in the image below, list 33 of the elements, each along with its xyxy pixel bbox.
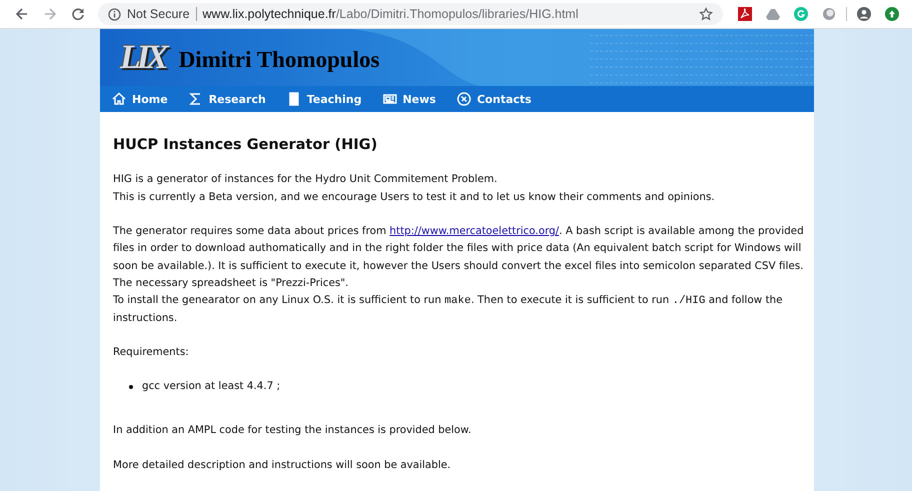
list-item: gcc version at least 4.4.7 ; [142,379,280,394]
paragraph: To install the genearator on any Linux O.S. it is sufficient to run make. Then to execute it is sufficient to run ./HIG and follow the instructions. [113,293,784,326]
reload-icon[interactable] [71,7,85,21]
bullet-icon [129,384,133,389]
url-text: www.lix.polytechnique.fr/Labo/Dimitri.Thomopulos/libraries/HIG.html [202,7,578,21]
paragraph: HIG is a generator of instances for the Hydro Unit Commitement Problem. [113,172,498,188]
link[interactable]: http://www.mercatoelettrico.org/ [390,225,560,238]
paragraph: The generator requires some data about prices from http://www.mercatoelettrico.org/. A bash script is available among the provided files in order to download authomatically and in the right folder the files with price data (An equivalent batch script for Windows will soon be available.). It is sufficient to execute it, however the Users should convert the excel files into semicolon separated CSV files. The necessary spreadsheet is "Prezzi-Prices". [113,224,805,291]
paragraph: Requirements: [113,344,190,360]
pdf-icon[interactable] [738,7,752,21]
paragraph: In addition an AMPL code for testing the instances is provided below. [113,423,472,438]
paragraph: More detailed description and instructions will soon be available. [113,458,452,473]
nav-link[interactable]: Teaching [286,92,362,106]
home-icon [112,92,126,106]
site-title: Dimitri Thomopulos [178,46,380,73]
star-icon[interactable] [699,7,713,21]
book-icon [286,92,301,106]
update-icon[interactable] [885,7,899,21]
circle-icon[interactable] [822,7,836,21]
sigma-icon [188,92,203,106]
avatar-icon[interactable] [857,7,871,21]
paragraph: This is currently a Beta version, and we encourage Users to test it and to let us know their comments and opinions. [113,190,716,205]
address-bar[interactable]: Not Secure www.lix.polytechnique.fr/Labo/Dimitri.Thomopulos/libraries/HIG.html [98,3,723,25]
newspaper-icon [382,92,397,106]
logo: LIX [120,38,165,77]
security-label: Not Secure [127,7,190,21]
nav-link[interactable]: Research [188,92,266,106]
back-icon[interactable] [15,7,29,21]
nav-link[interactable]: Contacts [456,92,532,106]
nav-link[interactable]: News [382,92,436,106]
page-heading: HUCP Instances Generator (HIG) [113,137,378,154]
nav-link[interactable]: Home [112,92,168,106]
info-icon[interactable] [108,8,121,20]
